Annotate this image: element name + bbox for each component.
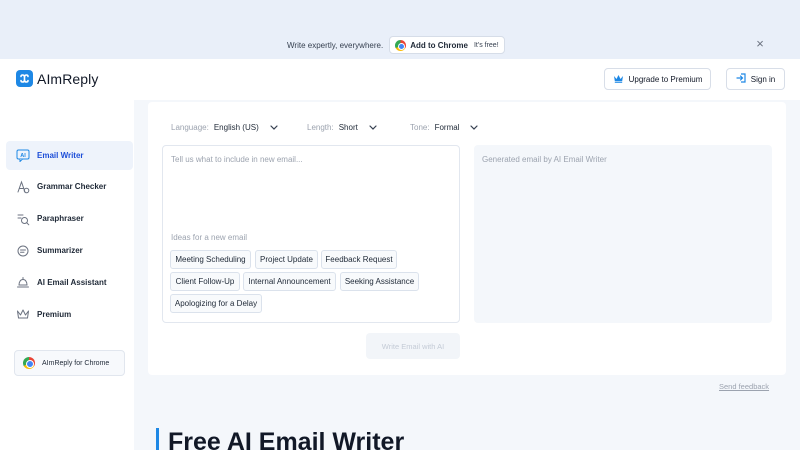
crown-icon xyxy=(16,308,30,322)
tone-label: Tone: xyxy=(410,123,430,132)
write-email-button[interactable]: Write Email with AI xyxy=(366,333,460,359)
sidebar-item-label: Premium xyxy=(37,310,72,319)
chrome-icon xyxy=(23,357,35,369)
tone-select[interactable]: Tone: Formal xyxy=(410,123,479,132)
upgrade-to-premium-button[interactable]: Upgrade to Premium xyxy=(604,68,711,90)
length-label: Length: xyxy=(307,123,334,132)
sidebar-item-ai-email-assistant[interactable]: AI Email Assistant xyxy=(6,268,133,297)
crown-icon xyxy=(613,74,624,85)
svg-text:AI: AI xyxy=(20,153,26,159)
idea-chip-client-follow-up[interactable]: Client Follow-Up xyxy=(170,272,240,291)
sidebar-item-email-writer[interactable]: AI Email Writer xyxy=(6,141,133,170)
upgrade-label: Upgrade to Premium xyxy=(628,74,703,84)
add-to-chrome-button[interactable]: Add to Chrome It's free! xyxy=(389,36,505,54)
sidebar-item-label: Summarizer xyxy=(37,246,83,255)
sign-in-icon xyxy=(736,73,746,85)
assistant-icon xyxy=(16,276,30,290)
paraphrase-icon xyxy=(16,212,30,226)
grammar-icon xyxy=(16,179,30,194)
free-label: It's free! xyxy=(473,41,499,49)
summarize-icon xyxy=(16,244,30,258)
logo-icon xyxy=(16,70,33,87)
language-value: English (US) xyxy=(213,123,259,132)
sidebar-item-summarizer[interactable]: Summarizer xyxy=(6,236,133,265)
sidebar-item-label: Email Writer xyxy=(37,151,84,160)
sign-in-button[interactable]: Sign in xyxy=(726,68,785,90)
sidebar-item-paraphraser[interactable]: Paraphraser xyxy=(6,204,133,233)
logo-text: AImReply xyxy=(37,70,99,87)
sidebar-item-label: Paraphraser xyxy=(37,214,84,223)
sidebar: AI Email Writer Grammar Checker Paraphra… xyxy=(0,100,134,450)
promo-banner: Write expertly, everywhere. Add to Chrom… xyxy=(0,0,800,59)
ideas-label: Ideas for a new email xyxy=(171,233,248,242)
aimreply-for-chrome-button[interactable]: AImReply for Chrome xyxy=(14,350,125,376)
add-to-chrome-label: Add to Chrome xyxy=(410,40,468,50)
logo[interactable]: AImReply xyxy=(16,70,98,87)
length-select[interactable]: Length: Short xyxy=(307,123,377,132)
chevron-down-icon xyxy=(470,123,479,132)
sign-in-label: Sign in xyxy=(750,74,776,84)
generated-email-output xyxy=(474,145,772,323)
send-feedback-link[interactable]: Send feedback xyxy=(719,382,769,391)
chrome-icon xyxy=(395,39,407,51)
generated-email-placeholder: Generated email by AI Email Writer xyxy=(482,155,607,164)
idea-chip-feedback-request[interactable]: Feedback Request xyxy=(321,250,397,269)
chevron-down-icon xyxy=(369,123,377,132)
tone-value: Formal xyxy=(434,123,460,132)
promo-content: Write expertly, everywhere. Add to Chrom… xyxy=(287,36,505,54)
chevron-down-icon xyxy=(270,123,278,132)
ai-chat-icon: AI xyxy=(16,149,30,163)
aimreply-for-chrome-label: AImReply for Chrome xyxy=(42,359,110,367)
language-select[interactable]: Language: English (US) xyxy=(171,123,278,132)
sidebar-item-grammar-checker[interactable]: Grammar Checker xyxy=(6,172,133,201)
idea-chip-project-update[interactable]: Project Update xyxy=(255,250,318,269)
promo-text: Write expertly, everywhere. xyxy=(287,40,384,50)
sidebar-item-premium[interactable]: Premium xyxy=(6,300,133,329)
close-icon[interactable]: × xyxy=(754,37,766,51)
heading-accent-bar xyxy=(156,428,159,450)
email-prompt-placeholder: Tell us what to include in new email... xyxy=(171,155,303,164)
idea-chip-seeking-assistance[interactable]: Seeking Assistance xyxy=(340,272,419,291)
idea-chip-apologizing-for-a-delay[interactable]: Apologizing for a Delay xyxy=(170,294,262,313)
sidebar-item-label: AI Email Assistant xyxy=(37,278,107,287)
sidebar-item-label: Grammar Checker xyxy=(37,182,107,191)
length-value: Short xyxy=(338,123,358,132)
idea-chip-meeting-scheduling[interactable]: Meeting Scheduling xyxy=(170,250,251,269)
idea-chip-internal-announcement[interactable]: Internal Announcement xyxy=(243,272,336,291)
page-title: Free AI Email Writer xyxy=(168,428,405,450)
language-label: Language: xyxy=(171,123,209,132)
